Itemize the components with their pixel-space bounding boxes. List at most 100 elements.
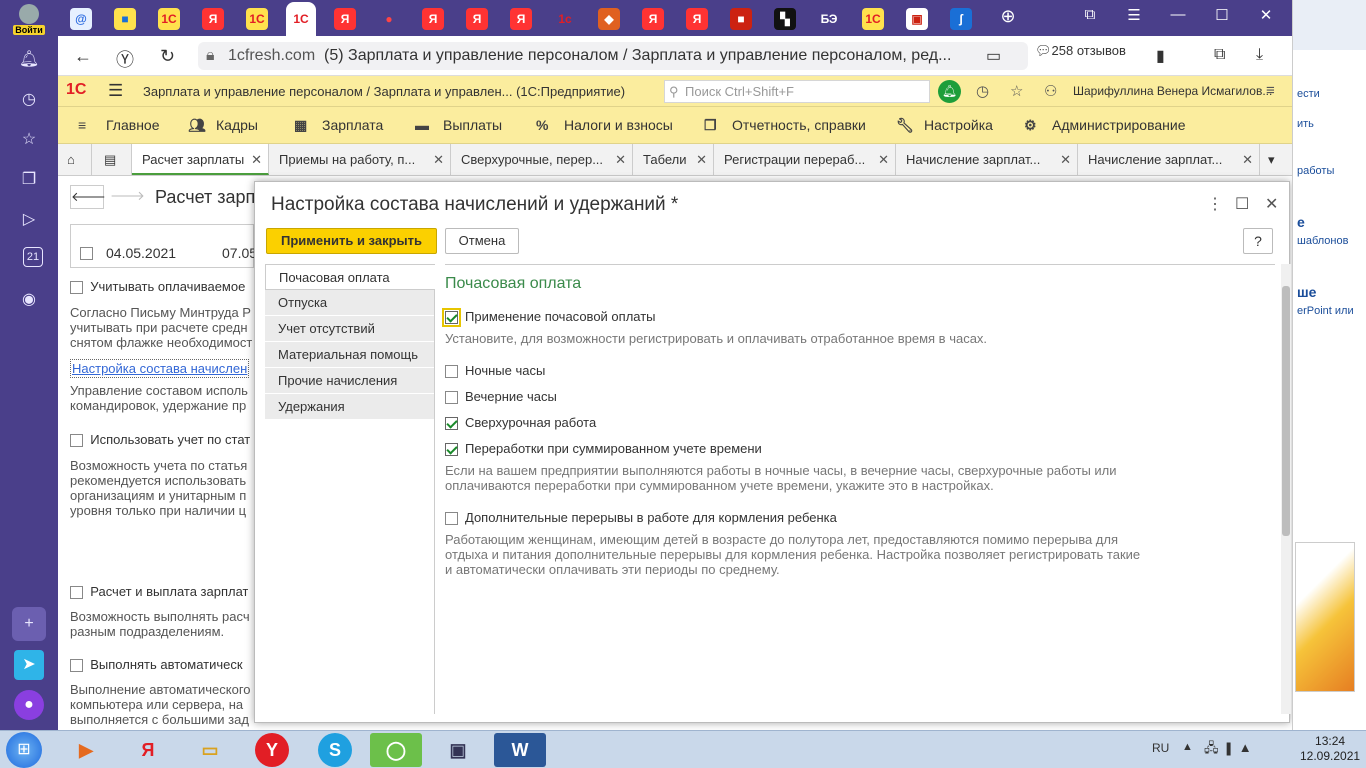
browser-tab[interactable]: 1С	[154, 5, 184, 31]
send-icon[interactable]: ➤	[14, 650, 44, 680]
browser-tab[interactable]: ▚	[770, 5, 800, 31]
browser-tab[interactable]: Я	[462, 5, 492, 31]
browser-tab[interactable]: ●	[374, 5, 404, 31]
overtime-checkbox[interactable]	[445, 417, 458, 431]
maximize-dialog-icon[interactable]: ☐	[1235, 194, 1249, 214]
star-icon[interactable]: ☆	[16, 127, 42, 153]
skype-icon[interactable]: S	[318, 733, 352, 767]
checkbox[interactable]	[70, 586, 83, 600]
browser-tab[interactable]: Я	[506, 5, 536, 31]
back-icon[interactable]: ←	[74, 46, 92, 67]
new-tab-button[interactable]: ⊕	[994, 6, 1022, 27]
file-explorer-icon[interactable]: ▭	[184, 733, 236, 767]
summary-accounting-checkbox[interactable]	[445, 443, 458, 457]
tab-overtime-reg[interactable]: Регистрации перераб... ✕	[714, 144, 896, 175]
section-salary[interactable]: ▦ Зарплата	[294, 117, 383, 134]
tab-payroll[interactable]: Расчет зарплаты ✕	[132, 144, 269, 175]
media-player-icon[interactable]: ▶	[60, 733, 112, 767]
content-scrollbar[interactable]	[1281, 264, 1291, 714]
browser-tab[interactable]: 1С	[858, 5, 888, 31]
nav-deductions[interactable]: Удержания	[265, 394, 434, 420]
start-button[interactable]: ⊞	[6, 732, 42, 768]
translate-icon[interactable]: ▭	[986, 46, 1001, 66]
system-clock[interactable]: 13:24 12.09.2021	[1300, 734, 1360, 764]
close-icon[interactable]: ✕	[1252, 6, 1280, 24]
main-menu-icon[interactable]: ☰	[108, 81, 123, 101]
option-paid[interactable]: Учитывать оплачиваемое	[70, 279, 245, 295]
help-button[interactable]: ?	[1243, 228, 1273, 254]
nav-hourly-pay[interactable]: Почасовая оплата	[265, 264, 435, 290]
notifications-icon[interactable]: 🔔︎	[938, 80, 961, 103]
hourly-pay-checkbox[interactable]	[442, 308, 461, 328]
camera-icon[interactable]: ◉	[16, 287, 42, 313]
option-night-hours[interactable]: Ночные часы	[445, 363, 545, 379]
option-hourly-pay[interactable]: Применение почасовой оплаты	[442, 308, 656, 328]
close-tab-icon[interactable]: ✕	[251, 144, 262, 173]
settings-menu-icon[interactable]: ≡	[1266, 82, 1275, 99]
tab-accrual-2[interactable]: Начисление зарплат... ✕	[1078, 144, 1260, 175]
browser-tab[interactable]: Я	[638, 5, 668, 31]
option-payout[interactable]: Расчет и выплата зарплат	[70, 584, 248, 600]
yandex-icon[interactable]: Ⓨ	[116, 46, 134, 72]
section-admin[interactable]: ⚙ Администрирование	[1024, 117, 1186, 134]
browser-tab[interactable]: ◆	[594, 5, 624, 31]
bookmark-icon[interactable]: ▮	[1156, 46, 1165, 66]
login-button[interactable]: Войти	[10, 4, 48, 36]
browser-tab[interactable]: @	[66, 5, 96, 31]
section-reports[interactable]: ❐ Отчетность, справки	[704, 117, 866, 134]
template-thumbnail[interactable]	[1295, 542, 1355, 692]
side-link[interactable]: шаблонов	[1297, 235, 1348, 247]
add-panel-icon[interactable]: +	[12, 607, 46, 641]
yandex-app-icon[interactable]: Y	[255, 733, 289, 767]
close-tab-icon[interactable]: ✕	[615, 144, 626, 175]
section-settings[interactable]: 🔧︎ Настройка	[896, 117, 993, 134]
bell-icon[interactable]: 🔔︎	[16, 47, 42, 73]
close-dialog-icon[interactable]: ✕	[1265, 194, 1278, 214]
maximize-icon[interactable]: ☐	[1208, 6, 1236, 24]
close-tab-icon[interactable]: ✕	[1060, 144, 1071, 175]
history-icon[interactable]: ◷	[976, 82, 989, 100]
tab-hirings[interactable]: Приемы на работу, п... ✕	[269, 144, 451, 175]
url-field[interactable]: 🔒︎ 1cfresh.com (5) Зарплата и управление…	[198, 42, 1028, 70]
option-feeding-breaks[interactable]: Дополнительные перерывы в работе для кор…	[445, 510, 837, 526]
remote-desktop-icon[interactable]: ▣	[432, 733, 484, 767]
tab-overtime[interactable]: Сверхурочные, перер... ✕	[451, 144, 633, 175]
apply-and-close-button[interactable]: Применить и закрыть	[266, 228, 437, 254]
tab-accrual-1[interactable]: Начисление зарплат... ✕	[896, 144, 1078, 175]
reload-icon[interactable]: ↻	[160, 46, 175, 67]
yandex-browser-icon[interactable]: Я	[122, 733, 174, 767]
close-tab-icon[interactable]: ✕	[1242, 144, 1253, 175]
browser-tab[interactable]: 1С	[286, 2, 316, 36]
calendar-icon[interactable]: 21	[23, 247, 43, 267]
tray-arrow-icon[interactable]: ▲	[1182, 741, 1193, 753]
word-icon[interactable]: W	[494, 733, 546, 767]
favorites-icon[interactable]: ☆	[1010, 82, 1023, 100]
clock-icon[interactable]: ◷	[16, 87, 42, 113]
option-summary-accounting[interactable]: Переработки при суммированном учете врем…	[445, 441, 762, 457]
scrollbar-thumb[interactable]	[1282, 286, 1290, 536]
side-link[interactable]: работы	[1297, 165, 1334, 177]
browser-tab[interactable]: Я	[330, 5, 360, 31]
night-hours-checkbox[interactable]	[445, 365, 458, 379]
evening-hours-checkbox[interactable]	[445, 391, 458, 405]
option-articles[interactable]: Использовать учет по стат	[70, 432, 250, 448]
browser-tab[interactable]: 1С	[242, 5, 272, 31]
browser-tab[interactable]: Я	[682, 5, 712, 31]
browser-tab[interactable]: БЭ	[814, 5, 844, 31]
chat-app-icon[interactable]: ◯	[370, 733, 422, 767]
checkbox[interactable]	[70, 659, 83, 673]
browser-tab[interactable]: ▣	[902, 5, 932, 31]
user-name[interactable]: Шарифуллина Венера Исмагилов...	[1073, 84, 1272, 98]
nav-absences[interactable]: Учет отсутствий	[265, 316, 434, 342]
alice-icon[interactable]: ●	[14, 690, 44, 720]
row-checkbox[interactable]	[80, 247, 93, 261]
close-tab-icon[interactable]: ✕	[433, 144, 444, 175]
tab-timesheets[interactable]: Табели ✕	[633, 144, 714, 175]
checkbox[interactable]	[70, 281, 83, 295]
tabs-dropdown-icon[interactable]: ▾	[1260, 144, 1292, 175]
collections-icon[interactable]: ❐	[16, 167, 42, 193]
download-icon[interactable]: ⤓	[1256, 46, 1263, 64]
checkbox[interactable]	[70, 434, 83, 448]
close-tab-icon[interactable]: ✕	[878, 144, 889, 175]
section-hr[interactable]: 👥︎ Кадры	[188, 117, 258, 134]
